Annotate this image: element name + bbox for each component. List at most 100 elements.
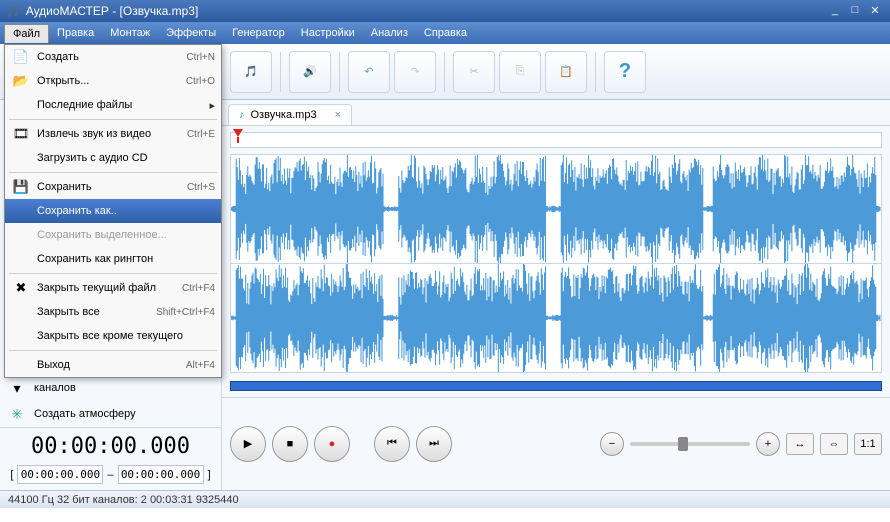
menu-item-shortcut: Ctrl+F4 (182, 283, 215, 294)
menu-item-label: Создать (37, 51, 186, 63)
undo-button[interactable]: ↶ (348, 51, 390, 93)
menu-effects[interactable]: Эффекты (158, 24, 224, 42)
selection-icon: ⇔ (829, 438, 840, 450)
stop-icon: ■ (287, 438, 294, 450)
menu-item[interactable]: 📂Открыть...Ctrl+O (5, 69, 221, 93)
scissors-icon: ✂ (469, 65, 478, 78)
app-icon: 🎵 (6, 5, 20, 18)
zoom-out-button[interactable]: − (600, 432, 624, 456)
menu-item[interactable]: Сохранить как рингтон (5, 247, 221, 271)
prev-button[interactable]: ⏮ (374, 426, 410, 462)
bracket-left: [ (10, 469, 13, 481)
time-panel: 00:00:00.000 [ – ] (0, 427, 221, 490)
menu-file[interactable]: Файл (4, 24, 49, 43)
status-bar: 44100 Гц 32 бит каналов: 2 00:03:31 9325… (0, 490, 890, 508)
menu-item-label: Сохранить как.. (37, 205, 215, 217)
redo-button[interactable]: ↷ (394, 51, 436, 93)
menu-item: Сохранить выделенное... (5, 223, 221, 247)
menu-item[interactable]: Последние файлы▸ (5, 93, 221, 117)
zoom-in-button[interactable]: + (756, 432, 780, 456)
menu-item[interactable]: Сохранить как.. (5, 199, 221, 223)
menu-item[interactable]: Закрыть все кроме текущего (5, 324, 221, 348)
menu-item-label: Извлечь звук из видео (37, 128, 187, 140)
menu-separator (9, 172, 217, 173)
menu-item-shortcut: Alt+F4 (186, 360, 215, 371)
menu-settings[interactable]: Настройки (293, 24, 363, 42)
stop-button[interactable]: ■ (272, 426, 308, 462)
menu-item-icon (11, 97, 31, 113)
tool-speaker-button[interactable]: 🔊 (289, 51, 331, 93)
menu-bar: Файл Правка Монтаж Эффекты Генератор Нас… (0, 22, 890, 44)
waveform-channel-right[interactable] (231, 264, 881, 372)
range-sep: – (107, 469, 113, 481)
menu-item-icon: 📄 (11, 49, 31, 65)
atmosphere-label: Создать атмосферу (34, 408, 136, 420)
menu-item-label: Сохранить как рингтон (37, 253, 215, 265)
menu-item[interactable]: 📄СоздатьCtrl+N (5, 45, 221, 69)
toolbar-separator (595, 52, 596, 92)
record-button[interactable]: ● (314, 426, 350, 462)
copy-button[interactable]: ⎘ (499, 51, 541, 93)
waveform-channel-left[interactable] (231, 155, 881, 264)
timeline-ruler[interactable] (230, 132, 882, 148)
menu-item-icon (11, 328, 31, 344)
menu-item[interactable]: ВыходAlt+F4 (5, 353, 221, 377)
waveform-area[interactable] (230, 154, 882, 373)
menu-item-label: Сохранить выделенное... (37, 229, 215, 241)
menu-item-label: Закрыть все кроме текущего (37, 330, 215, 342)
cut-button[interactable]: ✂ (453, 51, 495, 93)
menu-item-icon: 💾 (11, 179, 31, 195)
play-button[interactable]: ▶ (230, 426, 266, 462)
tool-note-button[interactable]: 🎵 (230, 51, 272, 93)
playhead[interactable] (233, 129, 243, 143)
zoom-thumb[interactable] (678, 437, 688, 451)
menu-item-icon: 📂 (11, 73, 31, 89)
bracket-right: ] (208, 469, 211, 481)
menu-item-label: Последние файлы (37, 99, 209, 111)
range-start-input[interactable] (17, 465, 103, 484)
zoom-ratio-button[interactable]: 1:1 (854, 433, 882, 455)
current-time: 00:00:00.000 (8, 434, 213, 459)
menu-item-icon: ✖ (11, 280, 31, 296)
menu-item[interactable]: Загрузить с аудио CD (5, 146, 221, 170)
menu-item[interactable]: ✖Закрыть текущий файлCtrl+F4 (5, 276, 221, 300)
menu-item-icon (11, 227, 31, 243)
create-atmosphere-button[interactable]: ✳ Создать атмосферу (0, 401, 221, 427)
next-button[interactable]: ⏭ (416, 426, 452, 462)
menu-montage[interactable]: Монтаж (102, 24, 158, 42)
zoom-fit-button[interactable]: ↔ (786, 433, 814, 455)
title-bar: 🎵 АудиоМАСТЕР - [Озвучка.mp3] _ □ ✕ (0, 0, 890, 22)
toolbar-separator (444, 52, 445, 92)
menu-item[interactable]: 🎞Извлечь звук из видеоCtrl+E (5, 122, 221, 146)
content-area: ♪ Озвучка.mp3 × ▶ ■ ● ⏮ ⏭ − (222, 100, 890, 490)
zoom-controls: − + ↔ ⇔ 1:1 (600, 432, 882, 456)
menu-item[interactable]: Закрыть всеShift+Ctrl+F4 (5, 300, 221, 324)
menu-item-icon (11, 150, 31, 166)
menu-help[interactable]: Справка (416, 24, 475, 42)
tab-close-button[interactable]: × (335, 109, 341, 121)
maximize-button[interactable]: □ (846, 4, 864, 18)
progress-bar[interactable] (230, 381, 882, 391)
close-button[interactable]: ✕ (866, 4, 884, 18)
menu-generator[interactable]: Генератор (224, 24, 293, 42)
minimize-button[interactable]: _ (826, 4, 844, 18)
redo-icon: ↷ (410, 65, 419, 78)
menu-item-icon (11, 251, 31, 267)
paste-button[interactable]: 📋 (545, 51, 587, 93)
toolbar-separator (280, 52, 281, 92)
toolbar-separator (339, 52, 340, 92)
zoom-selection-button[interactable]: ⇔ (820, 433, 848, 455)
zoom-slider[interactable] (630, 442, 750, 446)
menu-edit[interactable]: Правка (49, 24, 102, 42)
status-text: 44100 Гц 32 бит каналов: 2 00:03:31 9325… (8, 494, 239, 506)
waveform-right-svg (231, 264, 881, 372)
menu-item[interactable]: 💾СохранитьCtrl+S (5, 175, 221, 199)
waveform-left-svg (231, 155, 881, 263)
range-end-input[interactable] (118, 465, 204, 484)
channels-row[interactable]: ▾ каналов (0, 375, 221, 401)
copy-icon: ⎘ (516, 65, 525, 78)
file-tab[interactable]: ♪ Озвучка.mp3 × (228, 104, 352, 125)
music-note-icon: 🎵 (244, 65, 258, 78)
help-button[interactable]: ? (604, 51, 646, 93)
menu-analysis[interactable]: Анализ (363, 24, 416, 42)
